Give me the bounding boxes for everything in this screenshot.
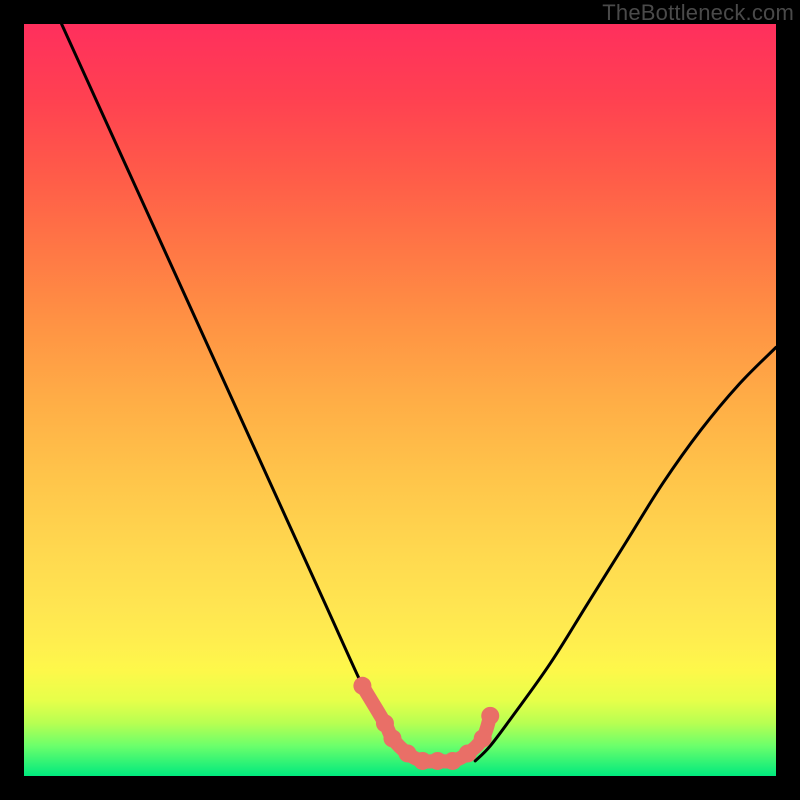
plot-area (24, 24, 776, 776)
watermark-text: TheBottleneck.com (602, 0, 794, 26)
marker-group (353, 677, 499, 770)
bottleneck-curve (24, 24, 776, 776)
left-curve (62, 24, 415, 761)
marker-dot (383, 729, 401, 747)
marker-dot (459, 744, 477, 762)
marker-dot (481, 707, 499, 725)
curve-group (62, 24, 776, 761)
right-curve (475, 347, 776, 761)
chart-frame: TheBottleneck.com (0, 0, 800, 800)
marker-dot (353, 677, 371, 695)
marker-dot (474, 729, 492, 747)
